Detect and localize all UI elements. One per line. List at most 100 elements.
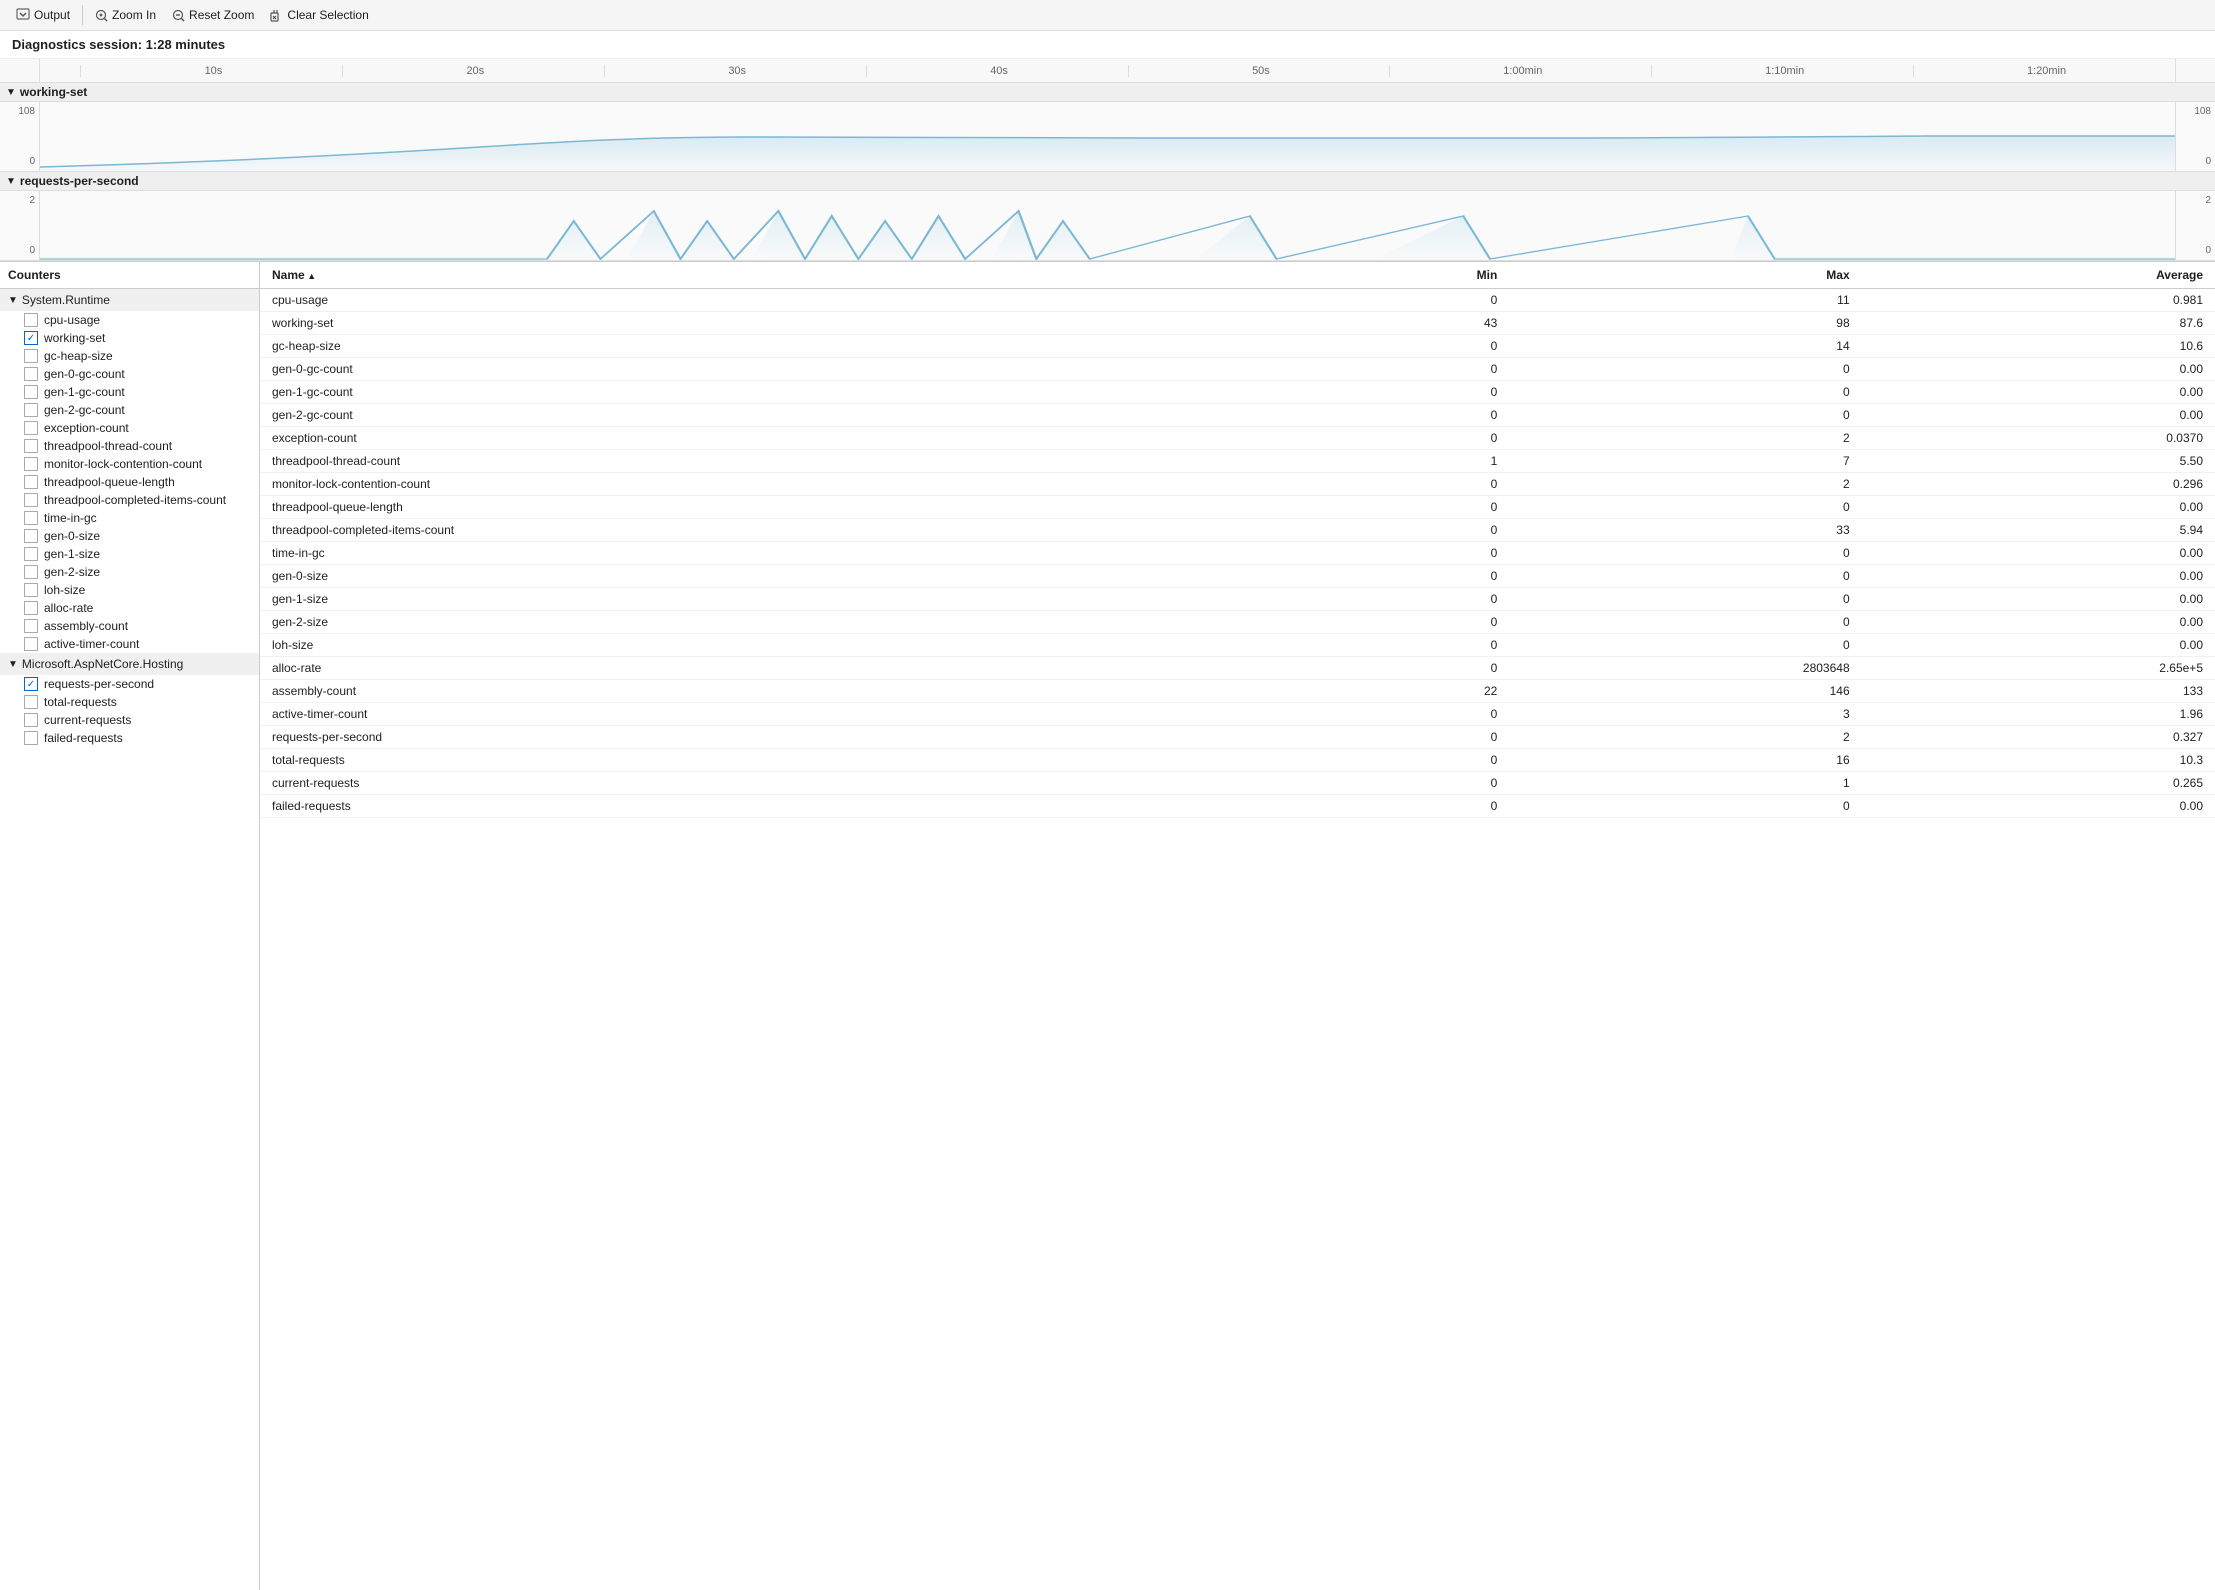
- counter-checkbox-0-10[interactable]: [24, 493, 38, 507]
- counter-item-0-14[interactable]: gen-2-size: [0, 563, 259, 581]
- table-row[interactable]: gen-2-gc-count 0 0 0.00: [260, 404, 2215, 427]
- table-row[interactable]: assembly-count 22 146 133: [260, 680, 2215, 703]
- table-row[interactable]: gen-1-gc-count 0 0 0.00: [260, 381, 2215, 404]
- counter-checkbox-0-14[interactable]: [24, 565, 38, 579]
- table-row[interactable]: gen-1-size 0 0 0.00: [260, 588, 2215, 611]
- table-row[interactable]: time-in-gc 0 0 0.00: [260, 542, 2215, 565]
- table-row[interactable]: threadpool-queue-length 0 0 0.00: [260, 496, 2215, 519]
- working-set-y-axis-right: 108 0: [2175, 102, 2215, 171]
- counter-item-0-2[interactable]: gc-heap-size: [0, 347, 259, 365]
- table-row[interactable]: threadpool-thread-count 1 7 5.50: [260, 450, 2215, 473]
- counter-item-1-0[interactable]: ✓requests-per-second: [0, 675, 259, 693]
- cell-avg-0: 0.981: [1862, 289, 2215, 312]
- counter-item-0-0[interactable]: cpu-usage: [0, 311, 259, 329]
- counter-checkbox-0-2[interactable]: [24, 349, 38, 363]
- counter-item-0-3[interactable]: gen-0-gc-count: [0, 365, 259, 383]
- working-set-section: ▼ working-set 108 0: [0, 83, 2215, 172]
- time-tick: 1:20min: [1913, 65, 2175, 77]
- table-row[interactable]: total-requests 0 16 10.3: [260, 749, 2215, 772]
- counter-item-0-7[interactable]: threadpool-thread-count: [0, 437, 259, 455]
- counter-item-0-11[interactable]: time-in-gc: [0, 509, 259, 527]
- cell-name-6: exception-count: [260, 427, 1287, 450]
- table-row[interactable]: threadpool-completed-items-count 0 33 5.…: [260, 519, 2215, 542]
- counter-checkbox-1-1[interactable]: [24, 695, 38, 709]
- col-max[interactable]: Max: [1509, 262, 1861, 289]
- counter-item-0-15[interactable]: loh-size: [0, 581, 259, 599]
- working-set-triangle: ▼: [6, 87, 16, 98]
- group-header-1[interactable]: ▼Microsoft.AspNetCore.Hosting: [0, 653, 259, 675]
- table-row[interactable]: gc-heap-size 0 14 10.6: [260, 335, 2215, 358]
- counter-item-0-9[interactable]: threadpool-queue-length: [0, 473, 259, 491]
- table-row[interactable]: working-set 43 98 87.6: [260, 312, 2215, 335]
- cell-name-15: loh-size: [260, 634, 1287, 657]
- cell-min-22: 0: [1287, 795, 1510, 818]
- counter-item-0-16[interactable]: alloc-rate: [0, 599, 259, 617]
- cell-max-16: 2803648: [1509, 657, 1861, 680]
- counter-item-1-1[interactable]: total-requests: [0, 693, 259, 711]
- counter-item-0-8[interactable]: monitor-lock-contention-count: [0, 455, 259, 473]
- counter-checkbox-0-6[interactable]: [24, 421, 38, 435]
- table-row[interactable]: current-requests 0 1 0.265: [260, 772, 2215, 795]
- counter-item-0-17[interactable]: assembly-count: [0, 617, 259, 635]
- counter-checkbox-0-18[interactable]: [24, 637, 38, 651]
- counter-checkbox-0-17[interactable]: [24, 619, 38, 633]
- counter-checkbox-1-3[interactable]: [24, 731, 38, 745]
- counter-item-0-4[interactable]: gen-1-gc-count: [0, 383, 259, 401]
- counter-checkbox-0-4[interactable]: [24, 385, 38, 399]
- cell-name-17: assembly-count: [260, 680, 1287, 703]
- group-header-0[interactable]: ▼System.Runtime: [0, 289, 259, 311]
- clear-selection-button[interactable]: Clear Selection: [262, 4, 376, 26]
- counter-item-0-6[interactable]: exception-count: [0, 419, 259, 437]
- cell-avg-12: 0.00: [1862, 565, 2215, 588]
- output-button[interactable]: Output: [8, 4, 78, 26]
- counter-item-0-1[interactable]: ✓working-set: [0, 329, 259, 347]
- table-row[interactable]: gen-0-gc-count 0 0 0.00: [260, 358, 2215, 381]
- counter-checkbox-0-5[interactable]: [24, 403, 38, 417]
- counter-checkbox-0-16[interactable]: [24, 601, 38, 615]
- counter-checkbox-0-3[interactable]: [24, 367, 38, 381]
- table-row[interactable]: monitor-lock-contention-count 0 2 0.296: [260, 473, 2215, 496]
- counter-checkbox-1-2[interactable]: [24, 713, 38, 727]
- counter-checkbox-1-0[interactable]: ✓: [24, 677, 38, 691]
- counter-checkbox-0-9[interactable]: [24, 475, 38, 489]
- counter-item-0-5[interactable]: gen-2-gc-count: [0, 401, 259, 419]
- zoom-in-label: Zoom In: [112, 8, 156, 22]
- counter-item-1-3[interactable]: failed-requests: [0, 729, 259, 747]
- cell-min-10: 0: [1287, 519, 1510, 542]
- counter-checkbox-0-0[interactable]: [24, 313, 38, 327]
- table-row[interactable]: cpu-usage 0 11 0.981: [260, 289, 2215, 312]
- counter-checkbox-0-15[interactable]: [24, 583, 38, 597]
- table-row[interactable]: requests-per-second 0 2 0.327: [260, 726, 2215, 749]
- cell-max-22: 0: [1509, 795, 1861, 818]
- counter-item-1-2[interactable]: current-requests: [0, 711, 259, 729]
- counter-checkbox-0-13[interactable]: [24, 547, 38, 561]
- cell-avg-17: 133: [1862, 680, 2215, 703]
- table-row[interactable]: gen-0-size 0 0 0.00: [260, 565, 2215, 588]
- reset-zoom-button[interactable]: Reset Zoom: [164, 4, 262, 26]
- cell-name-16: alloc-rate: [260, 657, 1287, 680]
- counter-checkbox-0-8[interactable]: [24, 457, 38, 471]
- table-row[interactable]: active-timer-count 0 3 1.96: [260, 703, 2215, 726]
- counter-item-0-12[interactable]: gen-0-size: [0, 527, 259, 545]
- counter-item-0-10[interactable]: threadpool-completed-items-count: [0, 491, 259, 509]
- col-name[interactable]: Name: [260, 262, 1287, 289]
- col-avg[interactable]: Average: [1862, 262, 2215, 289]
- cell-name-10: threadpool-completed-items-count: [260, 519, 1287, 542]
- zoom-in-button[interactable]: Zoom In: [87, 4, 164, 26]
- cell-min-17: 22: [1287, 680, 1510, 703]
- data-table-wrap[interactable]: Name Min Max Average cpu-usage 0 11 0.98…: [260, 262, 2215, 1590]
- table-row[interactable]: failed-requests 0 0 0.00: [260, 795, 2215, 818]
- counter-checkbox-0-12[interactable]: [24, 529, 38, 543]
- cell-min-0: 0: [1287, 289, 1510, 312]
- counter-checkbox-0-1[interactable]: ✓: [24, 331, 38, 345]
- cell-name-11: time-in-gc: [260, 542, 1287, 565]
- counter-item-0-13[interactable]: gen-1-size: [0, 545, 259, 563]
- table-row[interactable]: gen-2-size 0 0 0.00: [260, 611, 2215, 634]
- col-min[interactable]: Min: [1287, 262, 1510, 289]
- counter-item-0-18[interactable]: active-timer-count: [0, 635, 259, 653]
- counter-checkbox-0-7[interactable]: [24, 439, 38, 453]
- table-row[interactable]: loh-size 0 0 0.00: [260, 634, 2215, 657]
- table-row[interactable]: alloc-rate 0 2803648 2.65e+5: [260, 657, 2215, 680]
- counter-checkbox-0-11[interactable]: [24, 511, 38, 525]
- table-row[interactable]: exception-count 0 2 0.0370: [260, 427, 2215, 450]
